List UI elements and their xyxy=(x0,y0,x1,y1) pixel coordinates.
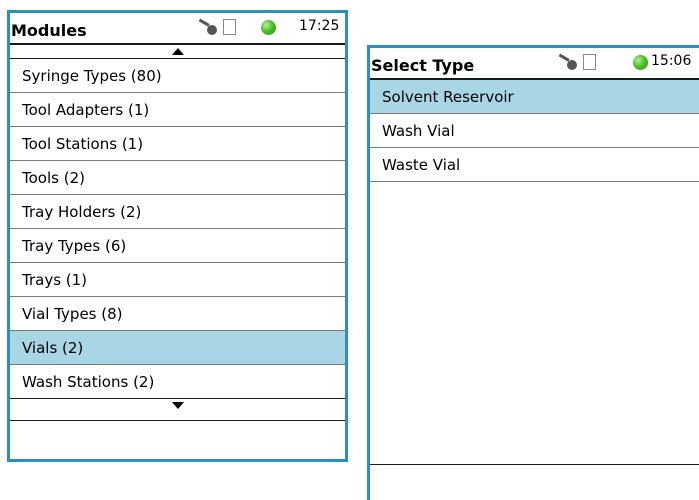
titlebar: Modules 17:25 xyxy=(10,13,345,45)
select-type-panel: Select Type 15:06 Solvent Reservoir Wash… xyxy=(367,45,699,500)
status-bar: 17:25 xyxy=(198,17,345,39)
list-item[interactable]: Tray Holders (2) xyxy=(10,195,345,229)
status-led-icon xyxy=(633,55,648,70)
list-item[interactable]: Syringe Types (80) xyxy=(10,59,345,93)
list-item[interactable]: Tool Stations (1) xyxy=(10,127,345,161)
usb-icon xyxy=(223,19,236,35)
clock-time: 15:06 xyxy=(651,53,692,69)
list-item[interactable]: Wash Vial xyxy=(370,114,699,148)
list-item[interactable]: Waste Vial xyxy=(370,148,699,182)
list-item-selected[interactable]: Solvent Reservoir xyxy=(370,80,699,114)
page-title: Modules xyxy=(11,21,87,40)
list-item[interactable]: Trays (1) xyxy=(10,263,345,297)
status-bar: 15:06 xyxy=(558,52,699,74)
titlebar: Select Type 15:06 xyxy=(370,48,699,80)
list-item[interactable]: Tray Types (6) xyxy=(10,229,345,263)
key-icon xyxy=(198,18,217,35)
type-list: Solvent Reservoir Wash Vial Waste Vial xyxy=(370,80,699,182)
list-item[interactable]: Tool Adapters (1) xyxy=(10,93,345,127)
modules-panel: Modules 17:25 Syringe Types (80) Tool Ad… xyxy=(7,10,348,462)
scroll-down-icon xyxy=(171,402,184,409)
bottom-divider xyxy=(370,464,699,465)
list-item[interactable]: Tools (2) xyxy=(10,161,345,195)
clock-time: 17:25 xyxy=(299,18,340,34)
list-item-selected[interactable]: Vials (2) xyxy=(10,331,345,365)
scroll-up-button[interactable] xyxy=(10,45,345,59)
list-item[interactable]: Wash Stations (2) xyxy=(10,365,345,399)
scroll-up-icon xyxy=(171,48,184,55)
module-list: Syringe Types (80) Tool Adapters (1) Too… xyxy=(10,59,345,399)
usb-icon xyxy=(583,54,596,70)
list-item[interactable]: Vial Types (8) xyxy=(10,297,345,331)
key-icon xyxy=(558,53,577,70)
page-title: Select Type xyxy=(371,56,475,75)
scroll-down-button[interactable] xyxy=(10,399,345,421)
status-led-icon xyxy=(261,20,276,35)
